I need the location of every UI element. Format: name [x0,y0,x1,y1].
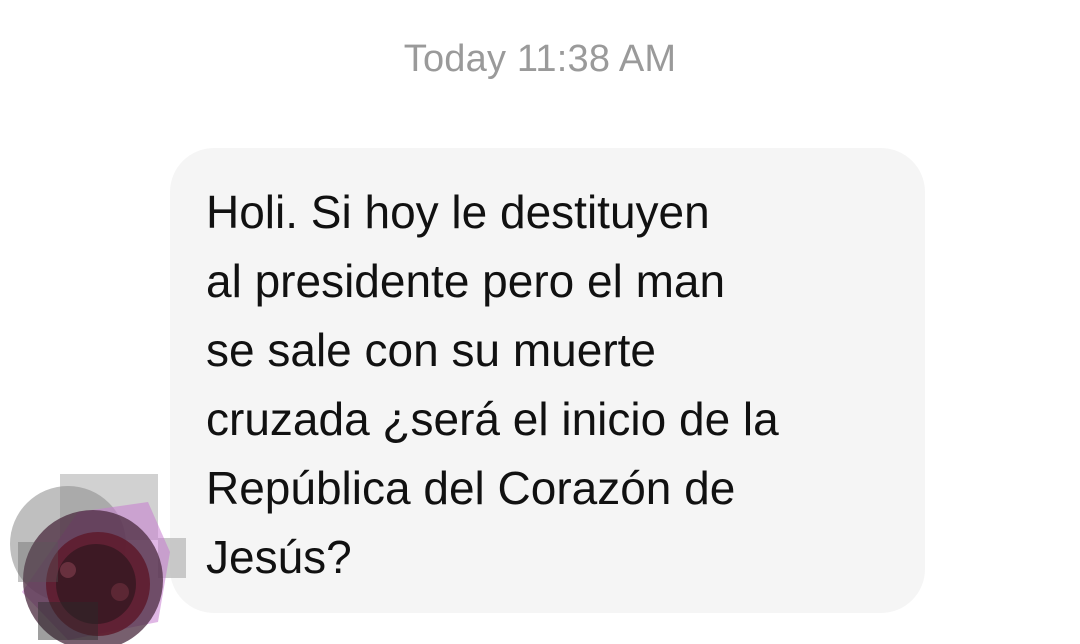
message-text: Holi. Si hoy le destituyen al presidente… [206,186,779,583]
sender-avatar[interactable] [8,472,188,644]
message-timestamp: Today 11:38 AM [403,38,677,80]
message-bubble[interactable]: Holi. Si hoy le destituyen al presidente… [170,148,925,613]
avatar-icon [10,474,186,644]
chat-screen: Today 11:38 AM Holi. Si hoy le destituye… [0,0,1080,644]
